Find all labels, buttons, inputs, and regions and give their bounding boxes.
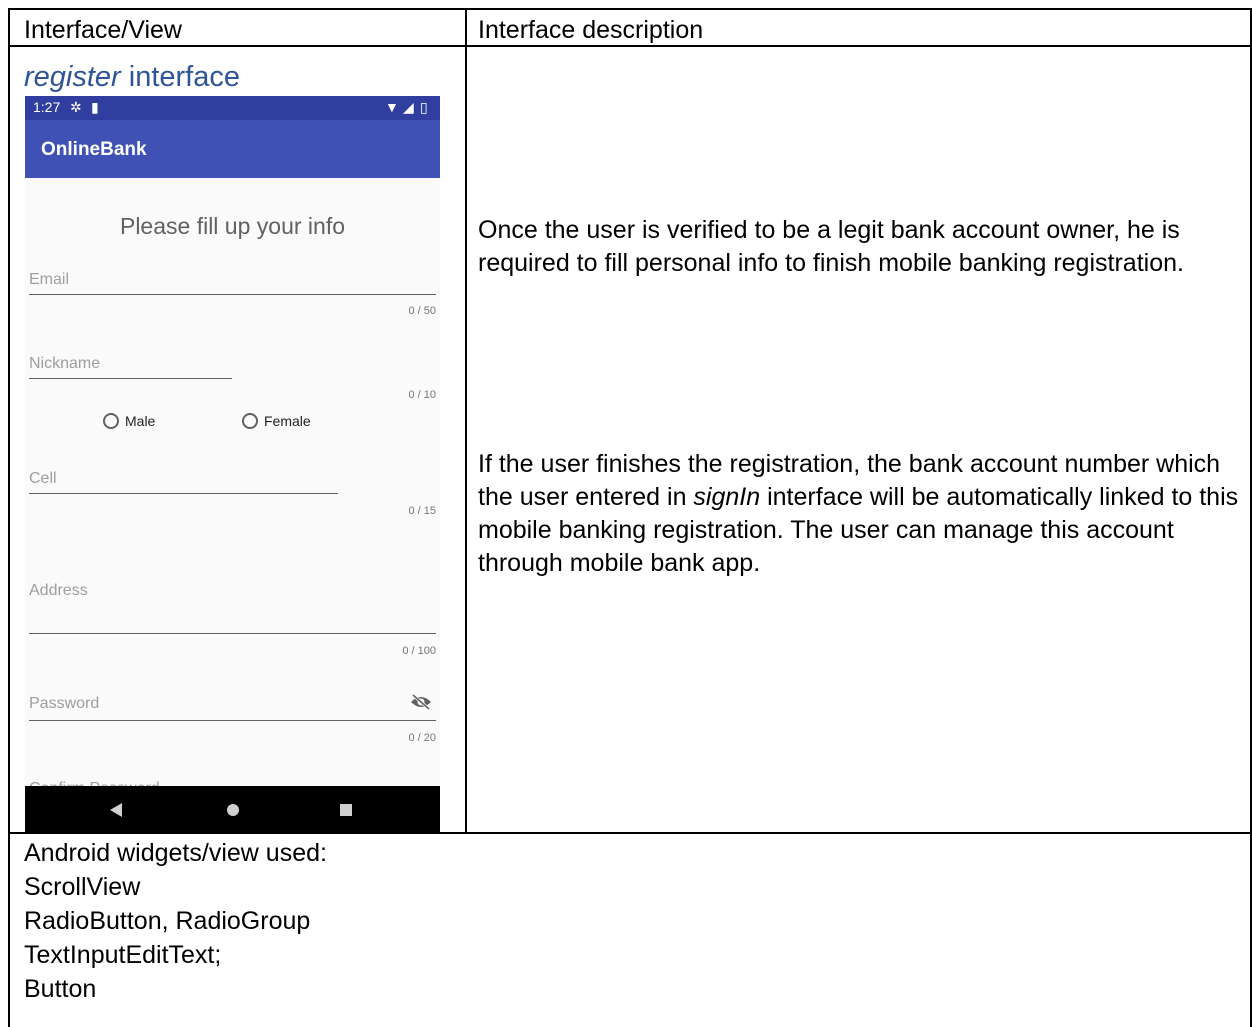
column-divider (465, 10, 467, 834)
radio-female[interactable]: Female (242, 413, 311, 429)
cell-counter: 0 / 15 (408, 505, 436, 517)
radio-male[interactable]: Male (103, 413, 155, 429)
signal-icon: ◢ (403, 99, 414, 115)
password-field[interactable]: Password (29, 695, 99, 713)
status-time: 1:27 (33, 99, 61, 115)
navigation-bar (25, 786, 440, 834)
description-italic-term: signIn (693, 483, 761, 511)
description-paragraph-1: Once the user is verified to be a legit … (478, 216, 1184, 277)
radio-circle-icon (103, 413, 119, 429)
widget-item: TextInputEditText; (24, 941, 222, 969)
app-bar: OnlineBank (25, 120, 440, 178)
widget-item: RadioButton, RadioGroup (24, 907, 311, 935)
back-icon[interactable] (110, 803, 122, 817)
wifi-icon: ▼ (385, 99, 399, 115)
column-header-interface: Interface/View (24, 16, 182, 44)
description-paragraph-2: If the user finishes the registration, t… (478, 448, 1248, 580)
nickname-field[interactable]: Nickname (29, 355, 100, 373)
nickname-underline (29, 378, 232, 379)
status-bar: 1:27 ✲ ▮ ▼ ◢ ▯ (25, 96, 440, 120)
battery-icon: ▯ (420, 99, 428, 115)
widget-item: Button (24, 975, 97, 1003)
widgets-title: Android widgets/view used: (24, 839, 327, 867)
form-heading: Please fill up your info (119, 213, 345, 239)
address-underline (29, 633, 436, 634)
cell-field[interactable]: Cell (29, 470, 57, 488)
visibility-off-icon[interactable] (410, 694, 432, 710)
sd-card-icon: ▮ (91, 99, 99, 115)
address-counter: 0 / 100 (402, 645, 436, 657)
document-table: Interface/View Interface description reg… (8, 8, 1252, 1027)
widgets-list: Android widgets/view used: ScrollView Ra… (24, 836, 327, 1006)
email-counter: 0 / 50 (408, 305, 436, 317)
nickname-counter: 0 / 10 (408, 389, 436, 401)
radio-male-label: Male (125, 413, 156, 429)
recent-apps-icon[interactable] (340, 804, 352, 816)
gear-icon: ✲ (70, 99, 82, 115)
password-counter: 0 / 20 (408, 732, 436, 744)
password-underline (29, 720, 436, 721)
widget-item: ScrollView (24, 873, 141, 901)
phone-screenshot: 1:27 ✲ ▮ ▼ ◢ ▯ OnlineBank Please fill up… (25, 96, 440, 834)
column-header-description: Interface description (478, 16, 704, 44)
screen-title-rest: interface (120, 61, 240, 93)
app-title: OnlineBank (41, 139, 147, 160)
email-field[interactable]: Email (29, 271, 69, 289)
email-underline (29, 294, 436, 295)
screen-title: register interface (24, 60, 240, 94)
home-icon[interactable] (227, 804, 239, 816)
radio-female-label: Female (264, 413, 311, 429)
address-field[interactable]: Address (29, 582, 88, 600)
screen-title-italic: register (24, 61, 121, 93)
cell-underline (29, 493, 338, 494)
radio-circle-icon (242, 413, 258, 429)
